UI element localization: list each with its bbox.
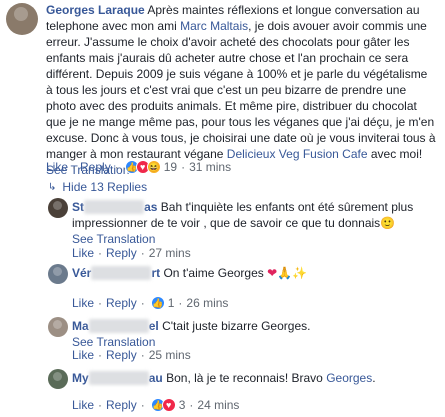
avatar[interactable] — [48, 317, 68, 337]
reply-arrow-icon: ↳ — [48, 181, 57, 193]
reply-button[interactable]: Reply — [106, 398, 137, 412]
avatar[interactable] — [48, 369, 68, 389]
like-button[interactable]: Like — [46, 160, 68, 174]
reply-author[interactable]: Maxxxxxxxxxel — [72, 319, 159, 333]
timestamp[interactable]: 31 mins — [189, 160, 231, 174]
reply-body: Vérxxxxxxxxxrt On t'aime Georges ❤🙏✨ — [72, 265, 432, 281]
reply-body: Stxxxxxxxxxas Bah t'inquiète les enfants… — [72, 199, 432, 247]
comment-author[interactable]: Georges Laraque — [46, 3, 145, 17]
timestamp[interactable]: 25 mins — [149, 348, 191, 362]
like-button[interactable]: Like — [72, 348, 94, 362]
comment-text: avec moi! — [367, 147, 423, 161]
reaction-count: 1 — [167, 296, 175, 310]
reply-author[interactable]: Stxxxxxxxxxas — [72, 200, 157, 214]
reply-actions: Like · Reply · 25 mins — [72, 348, 191, 362]
reply-text: C'tait juste bizarre Georges. — [158, 319, 311, 333]
reply-button[interactable]: Reply — [106, 296, 137, 310]
reply-button[interactable]: Reply — [106, 246, 137, 260]
mention-link[interactable]: Marc Maltais — [180, 19, 248, 33]
reply-text: Bon, là je te reconnais! Bravo — [162, 371, 327, 385]
avatar[interactable] — [48, 198, 68, 218]
reply-author[interactable]: Myxxxxxxxxxau — [72, 371, 163, 385]
reactions[interactable]: 👍 ♥ — [150, 398, 176, 412]
see-translation-link[interactable]: See Translation — [72, 232, 155, 246]
timestamp[interactable]: 27 mins — [149, 246, 191, 260]
reply-actions: Like · Reply · 27 mins — [72, 246, 191, 260]
reactions[interactable]: 👍 ♥ 😆 — [124, 160, 161, 174]
reply-text: On t'aime Georges — [160, 266, 268, 280]
timestamp[interactable]: 24 mins — [197, 398, 239, 412]
hide-replies-button[interactable]: ↳ Hide 13 Replies — [48, 180, 147, 194]
comment-text: , je dois avouer avoir commis une erreur… — [46, 19, 436, 161]
reply-text: . — [372, 371, 376, 385]
reply-actions: Like · Reply · 👍 1 · 26 mins — [72, 296, 229, 310]
timestamp[interactable]: 26 mins — [186, 296, 228, 310]
reply-button[interactable]: Reply — [106, 348, 137, 362]
restaurant-link[interactable]: Delicieux Veg Fusion Cafe — [227, 147, 368, 161]
reply-author[interactable]: Vérxxxxxxxxxrt — [72, 266, 160, 280]
comment-actions: Like · Reply · 👍 ♥ 😆 19 · 31 mins — [46, 160, 232, 174]
reply-body: Myxxxxxxxxxau Bon, là je te reconnais! B… — [72, 370, 432, 386]
heart-pray-sparkle-emoji-icon: ❤🙏✨ — [267, 266, 308, 280]
mention-link[interactable]: Georges — [326, 371, 372, 385]
hide-replies-label[interactable]: Hide 13 Replies — [62, 180, 147, 194]
smile-emoji-icon: 🙂 — [380, 216, 396, 230]
reaction-count: 3 — [178, 398, 186, 412]
reactions[interactable]: 👍 — [150, 296, 165, 310]
like-reaction-icon: 👍 — [150, 296, 165, 310]
like-button[interactable]: Like — [72, 296, 94, 310]
reply-actions: Like · Reply · 👍 ♥ 3 · 24 mins — [72, 398, 240, 412]
avatar[interactable] — [48, 264, 68, 284]
like-button[interactable]: Like — [72, 398, 94, 412]
like-button[interactable]: Like — [72, 246, 94, 260]
haha-reaction-icon: 😆 — [146, 160, 161, 174]
avatar[interactable] — [6, 3, 38, 35]
reply-body: Maxxxxxxxxxel C'tait juste bizarre Georg… — [72, 318, 432, 350]
reply-button[interactable]: Reply — [80, 160, 111, 174]
main-comment-body: Georges Laraque Après maintes réflexions… — [46, 2, 436, 178]
reaction-count: 19 — [163, 160, 178, 174]
love-reaction-icon: ♥ — [161, 398, 176, 412]
see-translation-link[interactable]: See Translation — [72, 335, 155, 349]
